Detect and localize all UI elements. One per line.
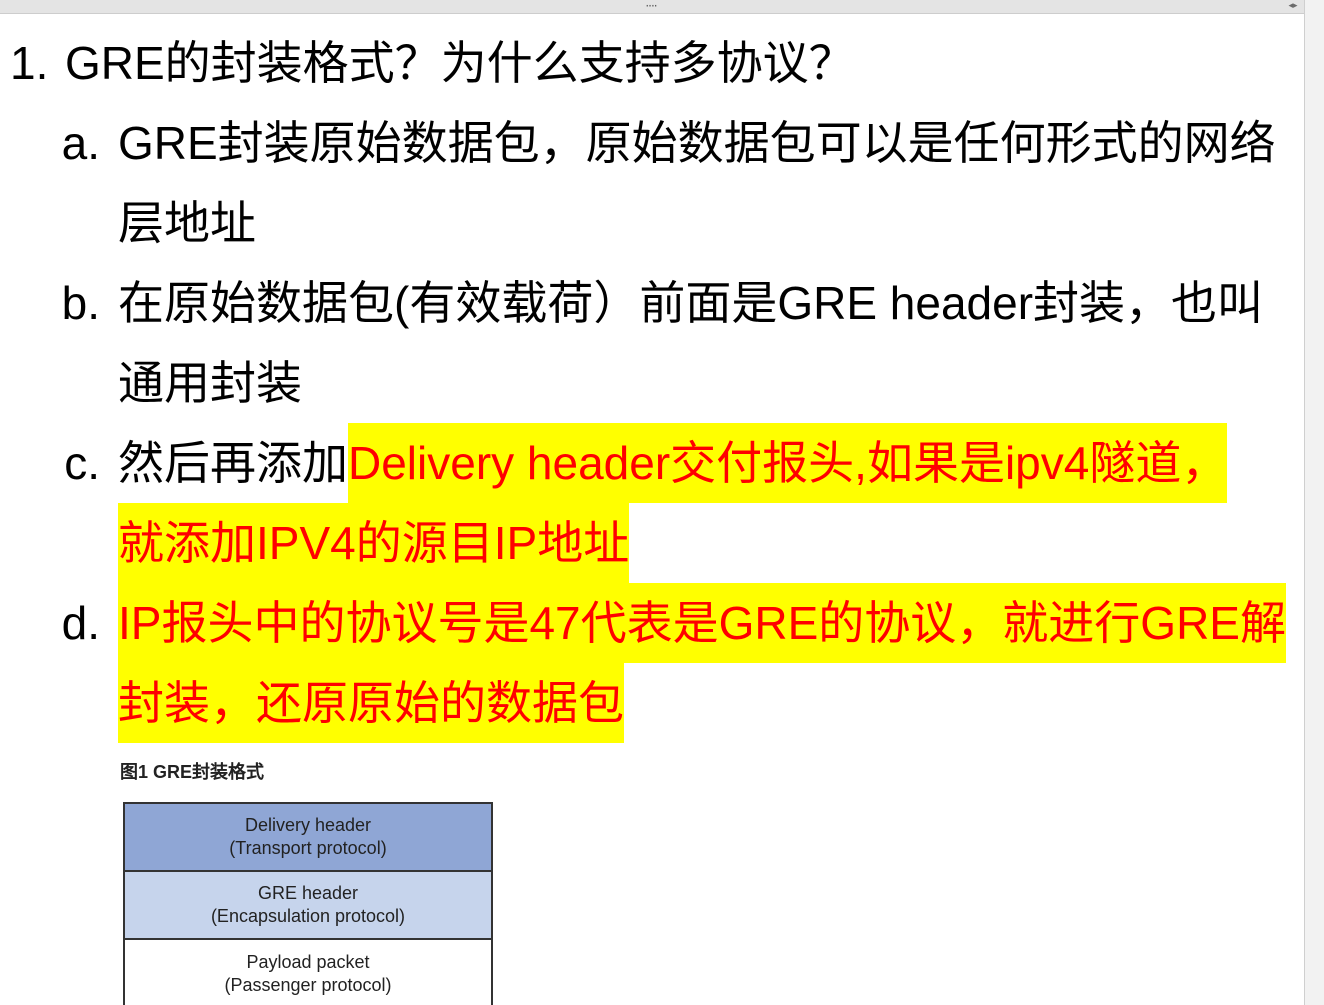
list-item-text: 层地址 [118, 197, 256, 249]
layer-name: Delivery header [244, 815, 372, 835]
resize-arrows-icon[interactable]: ◂▸ [1282, 0, 1304, 13]
list-item-text: 然后再添加 [118, 437, 348, 489]
figure-caption: 图1 GRE封装格式 [120, 762, 265, 782]
drag-handle-icon[interactable]: ···· [631, 0, 671, 13]
highlighted-text: Delivery header交付报头,如果是ipv4隧道， [348, 423, 1228, 503]
list-item-line: d. IP报头中的协议号是47代表是GRE的协议，就进行GRE解 [0, 583, 1300, 663]
list-item-line: 通用封装 [0, 343, 1300, 423]
layer-protocol: (Encapsulation protocol) [210, 906, 406, 926]
vertical-scrollbar[interactable] [1304, 0, 1324, 1005]
list-item-line: a. GRE封装原始数据包，原始数据包可以是任何形式的网络 [0, 103, 1300, 183]
list-item-text: GRE封装原始数据包，原始数据包可以是任何形式的网络 [118, 117, 1276, 169]
heading-text: GRE的封装格式？为什么支持多协议？ [65, 37, 855, 89]
list-item-marker: c. [64, 437, 100, 489]
list-item-text: 在原始数据包(有效载荷）前面是GRE header封装，也叫 [118, 277, 1264, 329]
layer-protocol: (Passenger protocol) [224, 975, 392, 995]
list-item-marker: b. [61, 277, 100, 329]
layer-name: Payload packet [246, 952, 370, 972]
heading-number: 1. [10, 37, 49, 89]
note-outline: 1. GRE的封装格式？为什么支持多协议？ a. GRE封装原始数据包，原始数据… [0, 23, 1302, 743]
list-item-marker: a. [61, 117, 100, 169]
list-item-a: a. GRE封装原始数据包，原始数据包可以是任何形式的网络 层地址 [0, 103, 1302, 263]
payload-packet-layer: Payload packet (Passenger protocol) [125, 940, 491, 1005]
list-item-line: b. 在原始数据包(有效载荷）前面是GRE header封装，也叫 [0, 263, 1300, 343]
layer-name: GRE header [257, 883, 359, 903]
list-item-marker: d. [61, 597, 100, 649]
list-item-line: 就添加IPV4的源目IP地址 [0, 503, 1300, 583]
highlighted-text: IP报头中的协议号是47代表是GRE的协议，就进行GRE解 [118, 583, 1286, 663]
list-item-line: c. 然后再添加 Delivery header交付报头,如果是ipv4隧道， [0, 423, 1300, 503]
list-item-d: d. IP报头中的协议号是47代表是GRE的协议，就进行GRE解 封装，还原原始… [0, 583, 1302, 743]
list-item-b: b. 在原始数据包(有效载荷）前面是GRE header封装，也叫 通用封装 [0, 263, 1302, 423]
gre-header-layer: GRE header (Encapsulation protocol) [125, 872, 491, 940]
highlighted-text: 封装，还原原始的数据包 [118, 663, 624, 743]
delivery-header-layer: Delivery header (Transport protocol) [125, 804, 491, 872]
list-item-c: c. 然后再添加 Delivery header交付报头,如果是ipv4隧道， … [0, 423, 1302, 583]
layer-protocol: (Transport protocol) [229, 838, 387, 858]
highlighted-text: 就添加IPV4的源目IP地址 [118, 503, 630, 583]
outline-heading: 1. GRE的封装格式？为什么支持多协议？ [0, 23, 1300, 103]
list-item-text: 通用封装 [118, 357, 302, 409]
list-item-line: 层地址 [0, 183, 1300, 263]
gre-encapsulation-diagram: Delivery header (Transport protocol) GRE… [123, 802, 493, 1005]
note-container-title-bar[interactable]: ···· ◂▸ [0, 0, 1304, 14]
list-item-line: 封装，还原原始的数据包 [0, 663, 1300, 743]
